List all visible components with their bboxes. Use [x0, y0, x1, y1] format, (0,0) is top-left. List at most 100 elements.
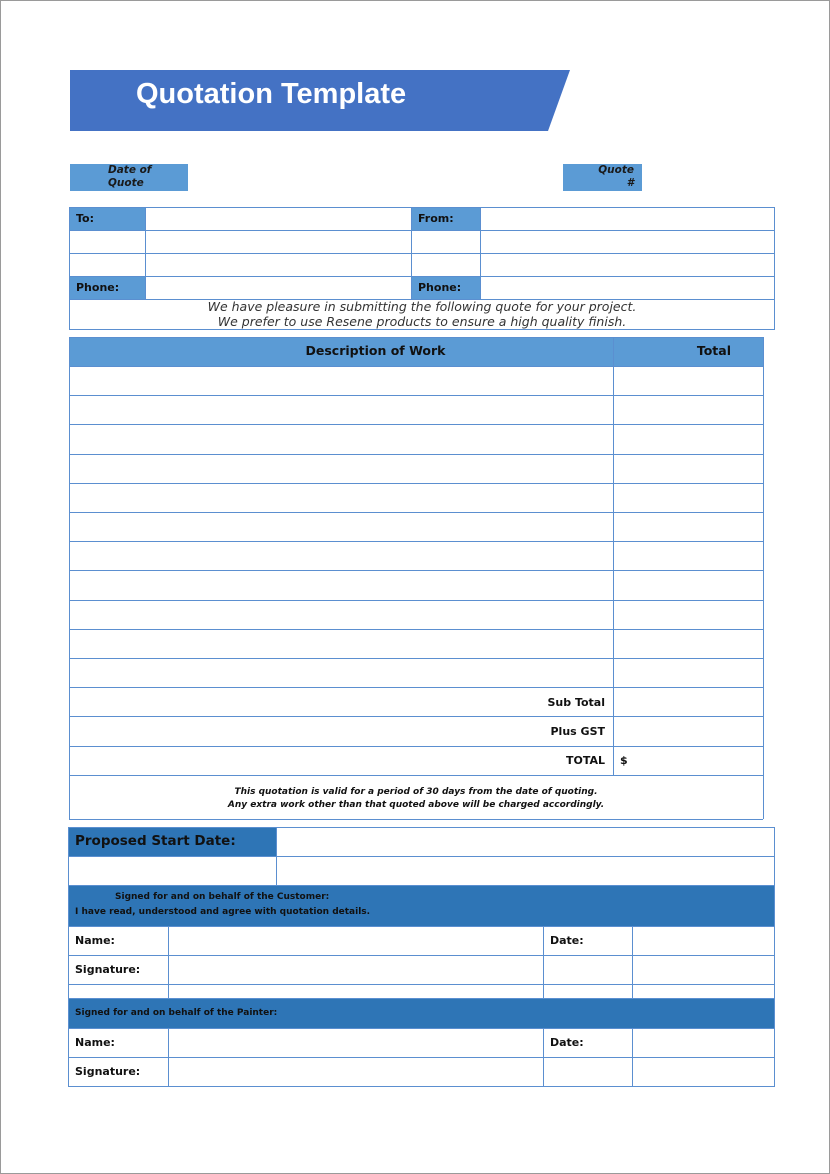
painter-name-label: Name:: [75, 1036, 115, 1049]
painter-date-input[interactable]: [635, 1030, 775, 1057]
description-column-header: Description of Work: [305, 343, 446, 358]
page-title: Quotation Template: [136, 78, 407, 110]
work-description-input[interactable]: [73, 426, 613, 453]
grid-line: [68, 856, 775, 857]
start-date-input[interactable]: [279, 829, 775, 856]
work-total-input[interactable]: [617, 456, 763, 483]
quote-number-input[interactable]: [645, 166, 775, 190]
phone-left-label: Phone:: [76, 281, 120, 294]
work-description-input[interactable]: [73, 631, 613, 658]
currency-symbol: $: [620, 754, 628, 767]
grid-line: [145, 207, 146, 299]
work-total-input[interactable]: [617, 485, 763, 512]
grid-line: [69, 337, 763, 338]
customer-name-label: Name:: [75, 934, 115, 947]
to-line-3-input[interactable]: [148, 255, 412, 277]
grid-line: [69, 424, 763, 425]
work-total-input[interactable]: [617, 631, 763, 658]
grid-line: [69, 366, 763, 367]
customer-date-input[interactable]: [635, 928, 775, 955]
intro-line-1: We have pleasure in submitting the follo…: [207, 299, 637, 314]
from-line-2-input[interactable]: [483, 232, 775, 254]
phone-right-input[interactable]: [483, 278, 775, 300]
total-label: TOTAL: [565, 754, 605, 767]
work-description-input[interactable]: [73, 543, 613, 570]
intro-text: We have pleasure in submitting the follo…: [69, 299, 775, 329]
to-line-1-input[interactable]: [148, 209, 412, 231]
gst-label: Plus GST: [550, 725, 606, 738]
validity-note: This quotation is valid for a period of …: [69, 786, 763, 812]
from-label: From:: [418, 212, 454, 225]
work-description-input[interactable]: [73, 572, 613, 599]
work-description-input[interactable]: [73, 602, 613, 629]
grid-line: [68, 998, 775, 999]
work-total-input[interactable]: [617, 368, 763, 395]
grid-line: [68, 1028, 775, 1029]
subtotal-input[interactable]: [616, 690, 764, 717]
customer-date-label: Date:: [550, 934, 584, 947]
to-line-2-input[interactable]: [148, 232, 412, 254]
work-total-input[interactable]: [617, 426, 763, 453]
grid-line: [68, 984, 775, 985]
work-description-input[interactable]: [73, 514, 613, 541]
painter-name-input[interactable]: [171, 1030, 544, 1057]
customer-agree-text: I have read, understood and agree with q…: [75, 907, 371, 917]
work-total-input[interactable]: [617, 660, 763, 687]
grid-line: [168, 926, 169, 998]
quote-label-line1: Quote: [598, 164, 634, 176]
work-description-input[interactable]: [73, 660, 613, 687]
work-total-input[interactable]: [617, 397, 763, 424]
validity-line-2: Any extra work other than that quoted ab…: [227, 800, 605, 810]
grid-line: [68, 827, 69, 1086]
work-total-input[interactable]: [617, 514, 763, 541]
customer-signature-label: Signature:: [75, 963, 141, 976]
painter-signature-input[interactable]: [171, 1059, 544, 1086]
grid-line: [69, 629, 763, 630]
grid-line: [68, 827, 775, 828]
quote-number-label: Quote #: [563, 164, 642, 191]
gst-input[interactable]: [616, 719, 764, 746]
grid-line: [69, 337, 70, 819]
grid-line: [69, 512, 763, 513]
total-input[interactable]: [632, 748, 764, 775]
grid-line: [68, 1086, 775, 1087]
grid-line: [69, 819, 763, 820]
work-total-input[interactable]: [617, 572, 763, 599]
grid-line: [69, 600, 763, 601]
phone-left-input[interactable]: [148, 278, 412, 300]
work-total-input[interactable]: [617, 602, 763, 629]
grid-line: [69, 454, 763, 455]
date-label-line1: Date of: [108, 164, 152, 176]
grid-line: [68, 926, 775, 927]
grid-line: [69, 329, 775, 330]
work-description-input[interactable]: [73, 368, 613, 395]
work-description-input[interactable]: [73, 456, 613, 483]
grid-line: [69, 687, 763, 688]
grid-line: [168, 1028, 169, 1086]
work-description-input[interactable]: [73, 485, 613, 512]
date-label-line2: Quote: [108, 177, 144, 189]
phone-right-label: Phone:: [418, 281, 462, 294]
grid-line: [68, 885, 775, 886]
customer-sign-heading: Signed for and on behalf of the Customer…: [115, 892, 330, 902]
grid-line: [69, 775, 763, 776]
grid-line: [276, 827, 277, 885]
work-total-input[interactable]: [617, 543, 763, 570]
grid-line: [69, 658, 763, 659]
grid-line: [69, 746, 763, 747]
customer-signature-input[interactable]: [171, 957, 544, 984]
grid-line: [68, 1057, 775, 1058]
grid-line: [69, 570, 763, 571]
grid-line: [69, 395, 763, 396]
customer-name-input[interactable]: [171, 928, 544, 955]
date-of-quote-label: Date of Quote: [70, 164, 188, 191]
quote-label-line2: #: [626, 177, 634, 189]
validity-line-1: This quotation is valid for a period of …: [234, 787, 598, 797]
grid-line: [69, 483, 763, 484]
from-line-1-input[interactable]: [483, 209, 775, 231]
from-line-3-input[interactable]: [483, 255, 775, 277]
work-description-input[interactable]: [73, 397, 613, 424]
grid-line: [632, 926, 633, 998]
painter-date-label: Date:: [550, 1036, 584, 1049]
date-of-quote-input[interactable]: [188, 170, 415, 192]
